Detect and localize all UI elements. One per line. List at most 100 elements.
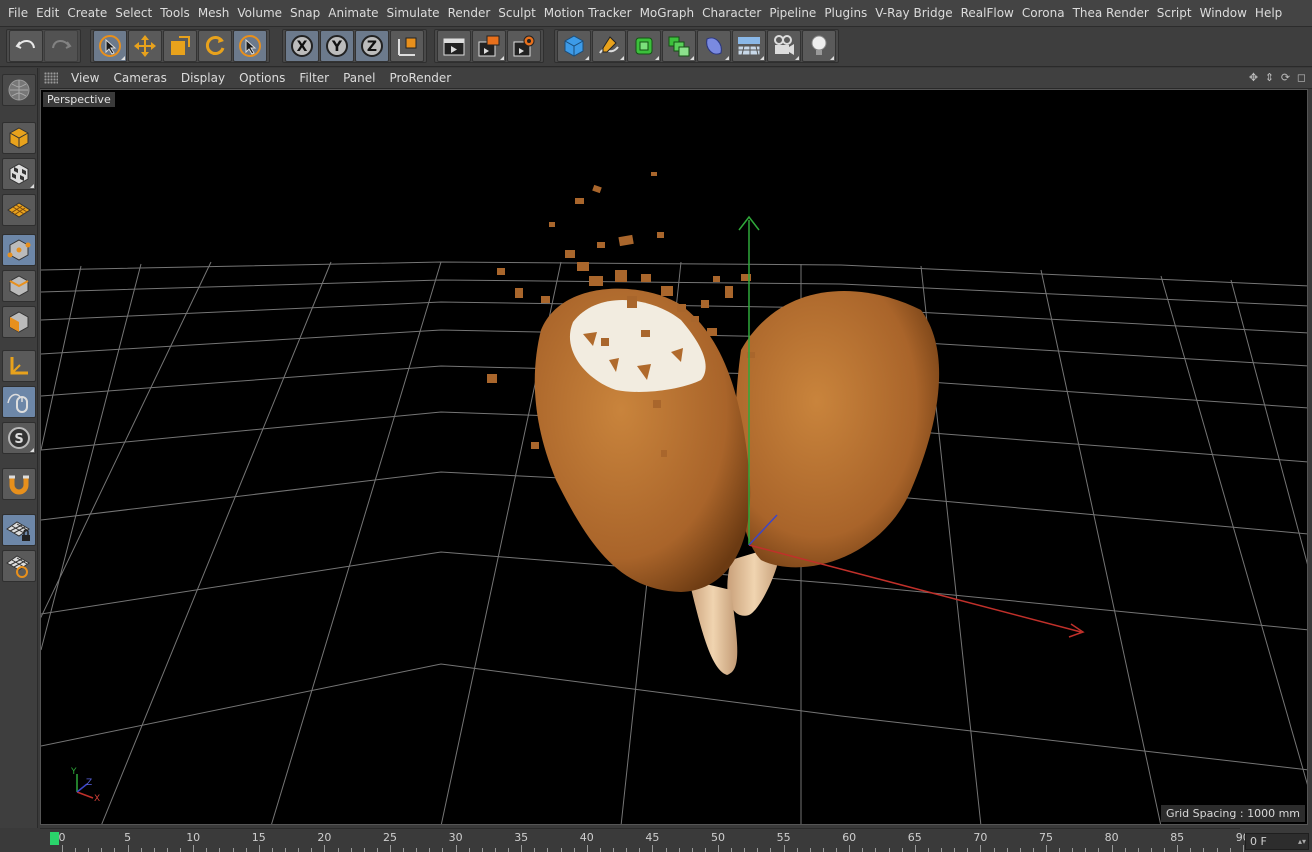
viewport-menu-cameras[interactable]: Cameras [106, 71, 173, 85]
menu-realflow[interactable]: RealFlow [957, 0, 1018, 27]
timeline-tick [1177, 845, 1179, 852]
camera-button[interactable] [767, 30, 801, 62]
z-axis-label: Z [86, 778, 92, 788]
timeline-tick [62, 845, 63, 852]
x-axis-lock-button[interactable]: X [285, 30, 319, 62]
magnet-button[interactable] [2, 468, 36, 500]
scene-canvas[interactable]: Y Z X [41, 90, 1308, 825]
snap-lock-button[interactable] [2, 514, 36, 546]
menu-file[interactable]: File [4, 0, 32, 27]
menu-edit[interactable]: Edit [32, 0, 63, 27]
menu-create[interactable]: Create [63, 0, 111, 27]
viewport-menu-display[interactable]: Display [174, 71, 232, 85]
menu-mograph[interactable]: MoGraph [636, 0, 699, 27]
floor-environment-button[interactable] [732, 30, 766, 62]
array-generator-button[interactable] [662, 30, 696, 62]
z-axis-lock-button[interactable]: Z [355, 30, 389, 62]
menu-select[interactable]: Select [111, 0, 156, 27]
current-frame-field[interactable]: 0 F ▴▾ [1245, 833, 1309, 850]
frame-spinner-icon[interactable]: ▴▾ [1298, 834, 1306, 849]
world-coordinates-icon [398, 37, 417, 56]
render-view-button[interactable] [437, 30, 471, 62]
transform-tools-group [90, 29, 270, 63]
menu-animate[interactable]: Animate [324, 0, 382, 27]
cube-object-button[interactable] [557, 30, 591, 62]
rotate-button[interactable] [198, 30, 232, 62]
menu-sculpt[interactable]: Sculpt [494, 0, 539, 27]
rotate-icon [205, 36, 225, 55]
y-axis-lock-button[interactable]: Y [320, 30, 354, 62]
viewport-navigation: ✥ ⇕ ⟳ ◻ [1247, 70, 1308, 85]
timeline-tick [691, 848, 693, 852]
timeline-tick [534, 848, 536, 852]
render-settings-button[interactable] [507, 30, 541, 62]
menu-motion-tracker[interactable]: Motion Tracker [540, 0, 636, 27]
timeline-tick-label: 5 [124, 831, 132, 844]
workplane-mode-button[interactable] [2, 194, 36, 226]
pan-view-icon[interactable]: ✥ [1247, 70, 1260, 85]
dolly-view-icon[interactable]: ⇕ [1263, 70, 1276, 85]
menu-help[interactable]: Help [1251, 0, 1286, 27]
menu-simulate[interactable]: Simulate [383, 0, 444, 27]
light-icon [811, 35, 827, 55]
deformer-button[interactable] [697, 30, 731, 62]
viewport-grip-handle[interactable] [44, 72, 58, 84]
timeline-tick [1150, 848, 1152, 852]
menu-pipeline[interactable]: Pipeline [765, 0, 820, 27]
solo-mode-button[interactable]: S [2, 422, 36, 454]
scale-button[interactable] [163, 30, 197, 62]
texture-mode-button[interactable] [2, 158, 36, 190]
viewport-menu-options[interactable]: Options [232, 71, 292, 85]
menu-mesh[interactable]: Mesh [194, 0, 234, 27]
selection-tool-button[interactable] [233, 30, 267, 62]
timeline-tick [560, 848, 562, 852]
objects-group [554, 29, 839, 63]
world-coordinates-button[interactable] [390, 30, 424, 62]
move-button[interactable] [128, 30, 162, 62]
menu-volume[interactable]: Volume [233, 0, 286, 27]
polygons-mode-button[interactable] [2, 306, 36, 338]
viewport-menu-panel[interactable]: Panel [336, 71, 382, 85]
timeline-tick [101, 848, 103, 852]
rotate-view-icon[interactable]: ⟳ [1279, 70, 1292, 85]
viewport-menu-view[interactable]: View [64, 71, 106, 85]
menu-snap[interactable]: Snap [286, 0, 324, 27]
axis-mode-button[interactable] [2, 350, 36, 382]
make-editable-button[interactable] [2, 74, 36, 106]
menu-thea-render[interactable]: Thea Render [1069, 0, 1153, 27]
points-mode-button[interactable] [2, 234, 36, 266]
tweak-mode-button[interactable] [2, 386, 36, 418]
menu-plugins[interactable]: Plugins [820, 0, 871, 27]
timeline-tick [271, 848, 273, 852]
perspective-viewport[interactable]: Y Z X Perspective Grid Spacing : 1000 mm [40, 89, 1308, 825]
menu-window[interactable]: Window [1196, 0, 1251, 27]
menu-corona[interactable]: Corona [1018, 0, 1069, 27]
menu-script[interactable]: Script [1153, 0, 1196, 27]
timeline-tick [1124, 848, 1126, 852]
render-picture-viewer-button[interactable] [472, 30, 506, 62]
viewport-menu-prorender[interactable]: ProRender [382, 71, 458, 85]
pen-spline-button[interactable] [592, 30, 626, 62]
menu-tools[interactable]: Tools [156, 0, 194, 27]
popsicle-front[interactable] [534, 288, 751, 675]
timeline-ruler[interactable]: 0 5 10 15 20 25 30 35 40 45 50 55 60 65 70 75 80 85 90 [40, 828, 1250, 852]
timeline-tick-label: 0 [58, 831, 66, 844]
live-selection-button[interactable] [93, 30, 127, 62]
menu-render[interactable]: Render [444, 0, 495, 27]
undo-button[interactable] [9, 30, 43, 62]
model-mode-button[interactable] [2, 122, 36, 154]
viewport-camera-label[interactable]: Perspective [43, 92, 115, 107]
subdivision-surface-button[interactable] [627, 30, 661, 62]
menu-v-ray-bridge[interactable]: V-Ray Bridge [871, 0, 956, 27]
toggle-layout-icon[interactable]: ◻ [1295, 70, 1308, 85]
viewport-menu-filter[interactable]: Filter [292, 71, 336, 85]
edges-mode-button[interactable] [2, 270, 36, 302]
timeline-tick-label: 75 [1039, 831, 1053, 844]
timeline-tick [311, 848, 313, 852]
light-button[interactable] [802, 30, 836, 62]
menu-character[interactable]: Character [698, 0, 765, 27]
timeline-tick-label: 80 [1104, 831, 1119, 844]
move-icon [134, 35, 156, 57]
redo-button[interactable] [44, 30, 78, 62]
workplane-snap-button[interactable] [2, 550, 36, 582]
